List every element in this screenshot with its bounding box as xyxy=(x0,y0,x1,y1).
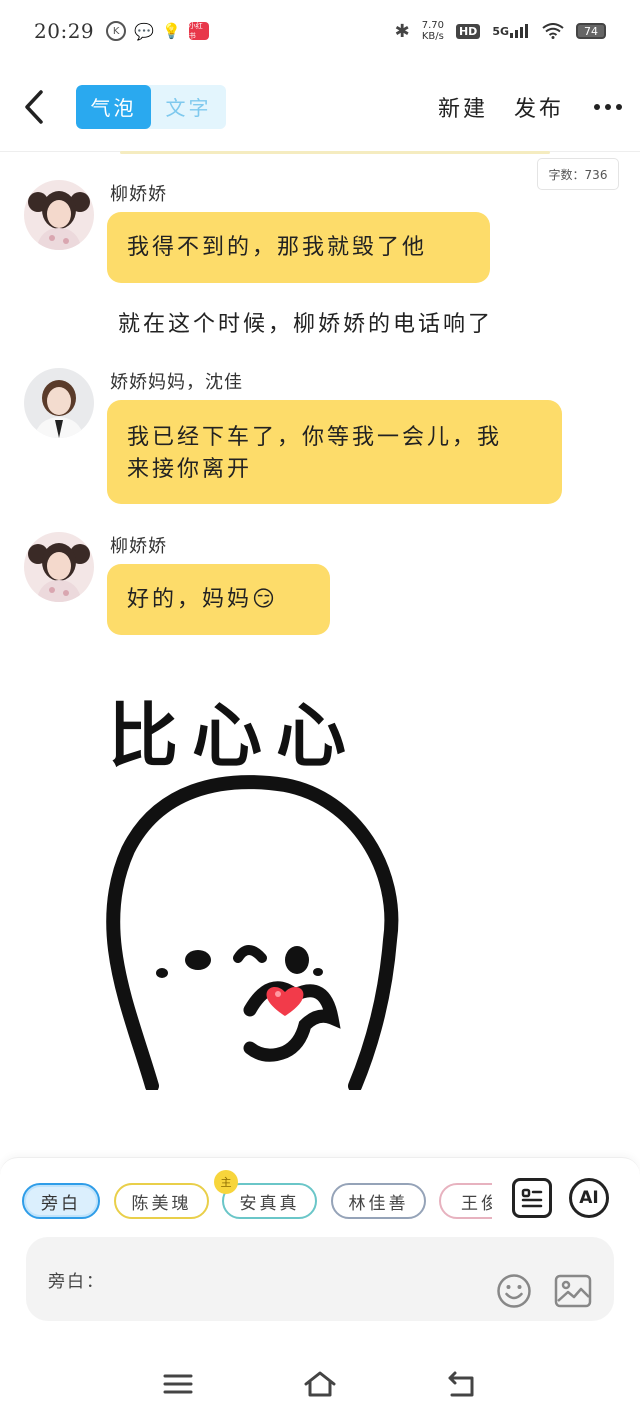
tab-bubble[interactable]: 气泡 xyxy=(76,84,151,129)
character-chip-narrator[interactable]: 旁白 xyxy=(22,1183,100,1219)
message-text-line: 来接你离开 xyxy=(127,457,253,482)
network-type: 5G xyxy=(492,25,509,38)
battery-icon: 74 xyxy=(576,23,606,39)
notification-icons: K 💬 💡 小红书 xyxy=(106,21,209,41)
xiaohongshu-icon: 小红书 xyxy=(188,22,209,40)
bulb-app-icon: 💡 xyxy=(162,22,181,40)
smile-icon[interactable] xyxy=(496,1273,532,1309)
character-chip[interactable]: 安真真 xyxy=(222,1183,317,1219)
message-bubble[interactable]: 我得不到的，那我就毁了他 xyxy=(107,212,490,283)
heart-blob-icon xyxy=(106,775,399,1090)
sender-name: 柳娇娇 xyxy=(110,536,167,557)
tab-text[interactable]: 文字 xyxy=(151,85,226,129)
ai-button[interactable]: AI xyxy=(569,1178,609,1218)
sender-name: 娇娇妈妈，沈佳 xyxy=(110,372,243,393)
status-right: ✱ 7.70 KB/s HD 5G 74 xyxy=(395,20,606,42)
signal-icon: 5G xyxy=(492,24,530,38)
message-text-line: 我已经下车了，你等我一会儿，我 xyxy=(127,425,503,450)
k-app-icon: K xyxy=(106,21,127,41)
avatar[interactable] xyxy=(24,180,94,250)
home-icon[interactable] xyxy=(303,1369,337,1399)
character-chips: 旁白 陈美瑰 安真真 林佳善 王俊 xyxy=(22,1183,492,1221)
character-chip[interactable]: 陈美瑰 xyxy=(114,1183,209,1219)
menu-icon[interactable] xyxy=(162,1369,194,1399)
system-nav-bar xyxy=(0,1347,640,1422)
message-text: 我得不到的，那我就毁了他 xyxy=(127,234,428,260)
narration-text[interactable]: 就在这个时候，柳娇娇的电话响了 xyxy=(118,306,493,338)
avatar[interactable] xyxy=(24,532,94,602)
contact-card-icon xyxy=(521,1188,543,1208)
status-time: 20:29 xyxy=(34,19,95,43)
net-speed: 7.70 KB/s xyxy=(422,20,444,42)
message-text: 好的，妈妈😏 xyxy=(127,586,278,612)
new-button[interactable]: 新建 xyxy=(438,91,488,123)
top-nav: 气泡 文字 新建 发布 xyxy=(0,62,640,152)
character-chip[interactable]: 林佳善 xyxy=(331,1183,426,1219)
nav-actions: 新建 发布 xyxy=(438,91,622,123)
contact-card-button[interactable] xyxy=(512,1178,552,1218)
input-speaker-label: 旁白： xyxy=(48,1272,105,1292)
wifi-icon xyxy=(542,23,564,39)
speed-value: 7.70 xyxy=(421,20,444,31)
bluetooth-icon: ✱ xyxy=(394,20,410,42)
avatar[interactable] xyxy=(24,368,94,438)
character-chip[interactable]: 王俊 xyxy=(439,1183,492,1219)
message-input[interactable]: 旁白： xyxy=(26,1237,614,1321)
word-count: 字数：736 xyxy=(537,158,619,190)
sticker-image[interactable]: 比心心 xyxy=(100,680,400,1090)
speed-unit: KB/s xyxy=(421,31,444,42)
publish-button[interactable]: 发布 xyxy=(514,91,564,123)
status-bar: 20:29 K 💬 💡 小红书 ✱ 7.70 KB/s HD 5G 74 xyxy=(0,0,640,62)
previous-bubble-edge xyxy=(120,151,550,154)
message-bubble[interactable]: 好的，妈妈😏 xyxy=(107,564,330,635)
sender-name: 柳娇娇 xyxy=(110,184,167,205)
back-arrow-icon xyxy=(25,89,43,124)
hd-badge: HD xyxy=(455,23,481,39)
back-icon[interactable] xyxy=(446,1369,478,1399)
message-bubble[interactable]: 我已经下车了，你等我一会儿，我 来接你离开 xyxy=(107,400,562,504)
mode-toggle: 气泡 文字 xyxy=(76,84,226,129)
image-icon[interactable] xyxy=(554,1273,592,1309)
ai-label: AI xyxy=(579,1188,599,1208)
main-character-badge: 主 xyxy=(214,1170,238,1194)
more-icon[interactable] xyxy=(590,103,622,110)
wechat-icon: 💬 xyxy=(134,21,155,41)
back-button[interactable] xyxy=(18,87,50,127)
